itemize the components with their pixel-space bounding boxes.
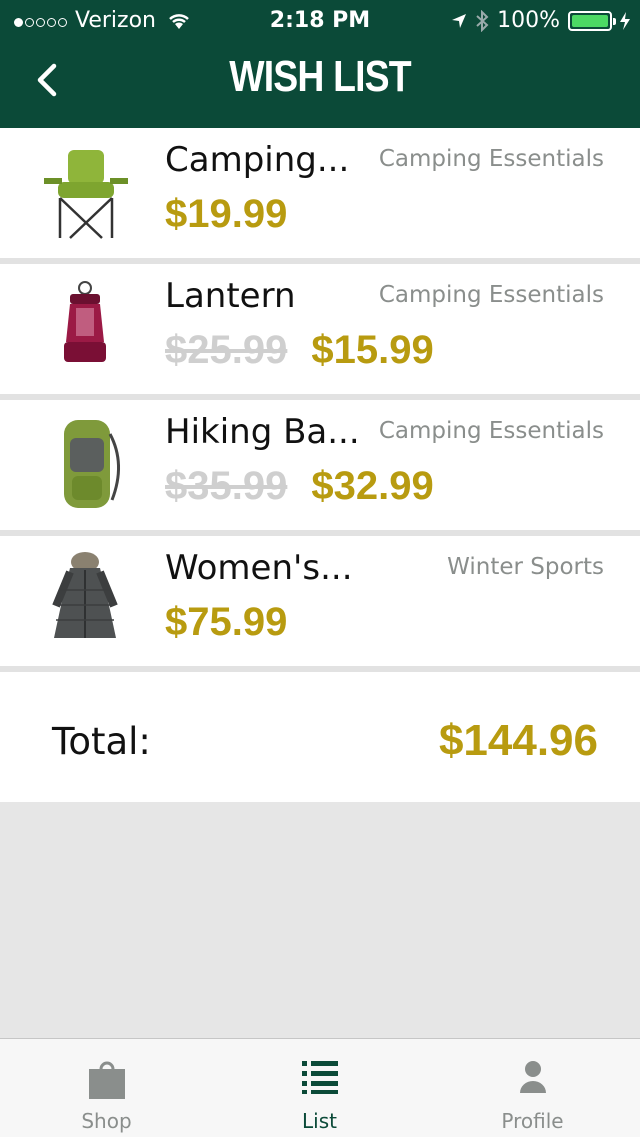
item-price: $19.99	[165, 192, 288, 236]
item-category: Camping Essentials	[378, 146, 604, 172]
item-price: $32.99	[311, 464, 434, 508]
tab-profile-label: Profile	[501, 1109, 564, 1133]
item-original-price: $35.99	[165, 464, 288, 508]
item-category: Camping Essentials	[378, 282, 604, 308]
womens-coat-image	[30, 550, 140, 650]
person-icon	[519, 1061, 546, 1093]
bag-icon	[88, 1061, 125, 1099]
item-name: Camping...	[165, 140, 350, 180]
list-item[interactable]: Hiking Ba... Camping Essentials $35.99 $…	[0, 400, 640, 536]
battery-percent: 100%	[497, 8, 560, 33]
wish-list: Camping... Camping Essentials $19.99 Lan…	[0, 128, 640, 672]
lantern-image	[30, 278, 140, 378]
status-right: 100%	[451, 8, 630, 33]
tab-list-label: List	[302, 1109, 337, 1133]
item-original-price: $25.99	[165, 328, 288, 372]
item-prices: $25.99 $15.99	[165, 328, 434, 373]
tab-bar: Shop List Profile	[0, 1038, 640, 1137]
item-prices: $75.99	[165, 600, 287, 645]
item-price: $15.99	[311, 328, 434, 372]
tab-list[interactable]: List	[213, 1039, 426, 1137]
item-name: Women's...	[165, 548, 353, 588]
hiking-backpack-image	[30, 414, 140, 514]
charging-icon	[620, 11, 630, 30]
total-row: Total: $144.96	[0, 672, 640, 802]
item-name: Lantern	[165, 276, 296, 316]
list-item[interactable]: Lantern Camping Essentials $25.99 $15.99	[0, 264, 640, 400]
bluetooth-icon	[476, 9, 489, 32]
location-arrow-icon	[452, 13, 467, 28]
camping-chair-image	[30, 142, 140, 242]
total-value: $144.96	[438, 716, 598, 765]
battery-icon	[568, 10, 616, 31]
total-label: Total:	[52, 720, 151, 763]
item-price: $75.99	[165, 600, 288, 644]
tab-shop[interactable]: Shop	[0, 1039, 213, 1137]
navigation-header: Verizon 2:18 PM 100% WISH LIST	[0, 0, 640, 128]
item-prices: $35.99 $32.99	[165, 464, 434, 509]
status-bar: Verizon 2:18 PM 100%	[0, 0, 640, 40]
page-title: WISH LIST	[229, 52, 411, 101]
item-prices: $19.99	[165, 192, 287, 237]
item-name: Hiking Ba...	[165, 412, 360, 452]
list-icon	[301, 1061, 338, 1094]
tab-shop-label: Shop	[81, 1109, 132, 1133]
list-item[interactable]: Women's... Winter Sports $75.99	[0, 536, 640, 672]
item-category: Winter Sports	[447, 554, 604, 580]
item-category: Camping Essentials	[378, 418, 604, 444]
tab-profile[interactable]: Profile	[426, 1039, 639, 1137]
list-item[interactable]: Camping... Camping Essentials $19.99	[0, 128, 640, 264]
